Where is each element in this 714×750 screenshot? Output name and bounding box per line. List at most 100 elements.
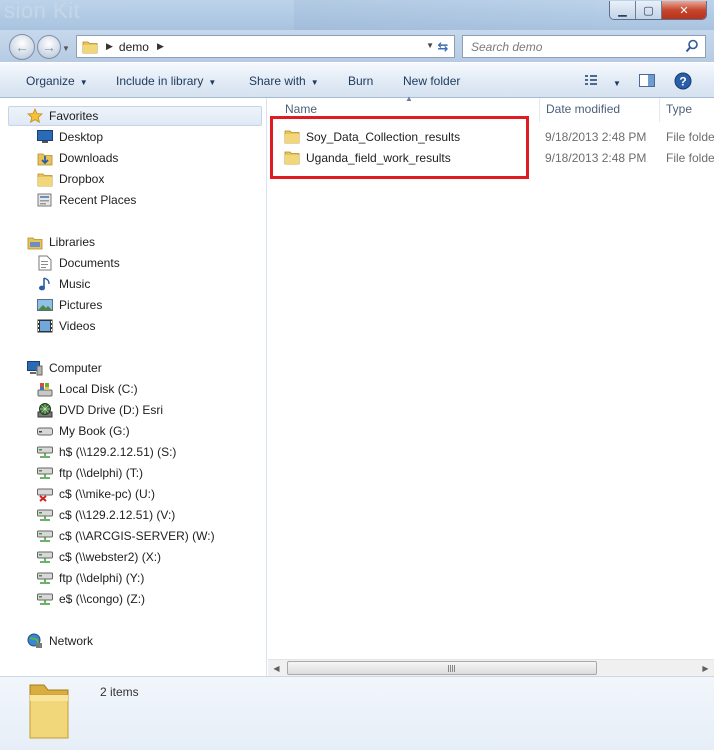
nav-label: Videos [59, 319, 96, 333]
view-dropdown[interactable]: ▼ [608, 75, 621, 89]
horizontal-scrollbar[interactable]: ◀ ▶ [268, 659, 714, 676]
forward-button[interactable]: → [37, 35, 61, 59]
desktop-icon [37, 129, 53, 145]
nav-label: c$ (\\mike-pc) (U:) [59, 487, 155, 501]
column-divider[interactable] [539, 98, 540, 122]
maximize-button[interactable]: ▢ [636, 1, 662, 19]
nav-drive-x[interactable]: c$ (\\webster2) (X:) [37, 548, 161, 566]
nav-label: ftp (\\delphi) (T:) [59, 466, 144, 480]
network-drive-icon [37, 507, 53, 523]
nav-drive-w[interactable]: c$ (\\ARCGIS-SERVER) (W:) [37, 527, 215, 545]
scroll-left-button[interactable]: ◀ [268, 660, 285, 676]
nav-label: h$ (\\129.2.12.51) (S:) [59, 445, 177, 459]
network-icon [27, 633, 43, 649]
nav-computer[interactable]: Computer [27, 359, 102, 377]
music-icon [37, 276, 53, 292]
background-window [294, 0, 594, 30]
nav-label: Documents [59, 256, 120, 270]
external-drive-icon [37, 423, 53, 439]
nav-label: Libraries [49, 235, 96, 249]
file-date: 9/18/2013 2:48 PM [545, 151, 647, 165]
scrollbar-thumb[interactable] [287, 661, 597, 675]
chevron-down-icon: ▼ [208, 78, 217, 87]
view-list-icon [585, 75, 597, 85]
forward-arrow-icon: → [42, 39, 56, 55]
documents-icon [37, 255, 53, 271]
network-drive-icon [37, 444, 53, 460]
nav-label: ftp (\\delphi) (Y:) [59, 571, 145, 585]
nav-pictures[interactable]: Pictures [37, 296, 102, 314]
organize-button[interactable]: Organize ▼ [26, 74, 88, 88]
nav-favorites[interactable]: Favorites [27, 107, 98, 125]
nav-drive-u[interactable]: c$ (\\mike-pc) (U:) [37, 485, 155, 503]
view-options-button[interactable] [583, 72, 599, 91]
pictures-icon [37, 297, 53, 313]
nav-label: Pictures [59, 298, 103, 312]
background-window-title: sion Kit [4, 0, 81, 23]
nav-drive-y[interactable]: ftp (\\delphi) (Y:) [37, 569, 144, 587]
column-header-date-modified[interactable]: Date modified [546, 98, 620, 120]
nav-label: c$ (\\webster2) (X:) [59, 550, 162, 564]
nav-network[interactable]: Network [27, 632, 93, 650]
search-placeholder: Search demo [471, 39, 543, 54]
scrollbar-grip-icon [448, 665, 456, 672]
nav-label: Computer [49, 361, 102, 375]
nav-recent-places[interactable]: Recent Places [37, 191, 136, 209]
address-bar[interactable]: ▶ demo ▶ ▼ ⇆ [76, 35, 455, 58]
disconnected-network-drive-icon [37, 486, 53, 502]
chevron-right-icon[interactable]: ▶ [157, 41, 164, 52]
nav-label: My Book (G:) [59, 424, 130, 438]
column-divider[interactable] [659, 98, 660, 122]
search-icon[interactable] [685, 39, 699, 53]
title-bar: sion Kit ▁ ▢ ✕ [0, 0, 714, 30]
local-disk-icon [37, 381, 53, 397]
column-header-type[interactable]: Type [666, 98, 692, 120]
help-button[interactable]: ? [674, 72, 692, 93]
nav-documents[interactable]: Documents [37, 254, 120, 272]
folder-large-icon [29, 684, 69, 739]
highlight-annotation-box [270, 116, 529, 179]
network-drive-icon [37, 465, 53, 481]
recent-pages-dropdown[interactable]: ▼ [62, 44, 70, 53]
search-input[interactable]: Search demo [462, 35, 706, 58]
nav-music[interactable]: Music [37, 275, 90, 293]
chevron-right-icon[interactable]: ▶ [106, 41, 113, 52]
address-dropdown-icon[interactable]: ▼ [426, 41, 434, 50]
nav-drive-t[interactable]: ftp (\\delphi) (T:) [37, 464, 143, 482]
breadcrumb-demo[interactable]: demo [119, 40, 149, 54]
nav-label: Favorites [49, 109, 99, 123]
minimize-button[interactable]: ▁ [610, 1, 636, 19]
preview-pane-button[interactable] [638, 72, 656, 91]
command-bar: Organize ▼ Include in library ▼ Share with… [0, 62, 714, 98]
column-label: Date modified [546, 102, 621, 116]
computer-icon [27, 360, 43, 376]
nav-desktop[interactable]: Desktop [37, 128, 103, 146]
nav-label: Recent Places [59, 193, 137, 207]
downloads-folder-icon [37, 150, 53, 166]
close-button[interactable]: ✕ [662, 1, 706, 19]
details-pane: 2 items [0, 676, 714, 750]
nav-dropbox[interactable]: Dropbox [37, 170, 104, 188]
include-in-library-button[interactable]: Include in library ▼ [116, 74, 216, 88]
share-with-button[interactable]: Share with ▼ [249, 74, 319, 88]
new-folder-button[interactable]: New folder [403, 74, 460, 88]
refresh-icon[interactable]: ⇆ [434, 38, 452, 56]
nav-videos[interactable]: Videos [37, 317, 95, 335]
nav-drive-c[interactable]: Local Disk (C:) [37, 380, 138, 398]
include-in-library-label: Include in library [116, 74, 204, 88]
nav-drive-z[interactable]: e$ (\\congo) (Z:) [37, 590, 145, 608]
nav-drive-g[interactable]: My Book (G:) [37, 422, 130, 440]
nav-drive-d[interactable]: DVD Drive (D:) Esri [37, 401, 163, 419]
folder-icon [37, 171, 53, 187]
burn-button[interactable]: Burn [348, 74, 373, 88]
back-button[interactable]: ← [9, 34, 35, 60]
nav-drive-v[interactable]: c$ (\\129.2.12.51) (V:) [37, 506, 175, 524]
nav-downloads[interactable]: Downloads [37, 149, 118, 167]
column-label: Name [285, 102, 318, 116]
nav-drive-s[interactable]: h$ (\\129.2.12.51) (S:) [37, 443, 176, 461]
scroll-right-button[interactable]: ▶ [697, 660, 714, 676]
nav-label: Local Disk (C:) [59, 382, 138, 396]
network-drive-icon [37, 528, 53, 544]
nav-label: Dropbox [59, 172, 105, 186]
nav-libraries[interactable]: Libraries [27, 233, 95, 251]
